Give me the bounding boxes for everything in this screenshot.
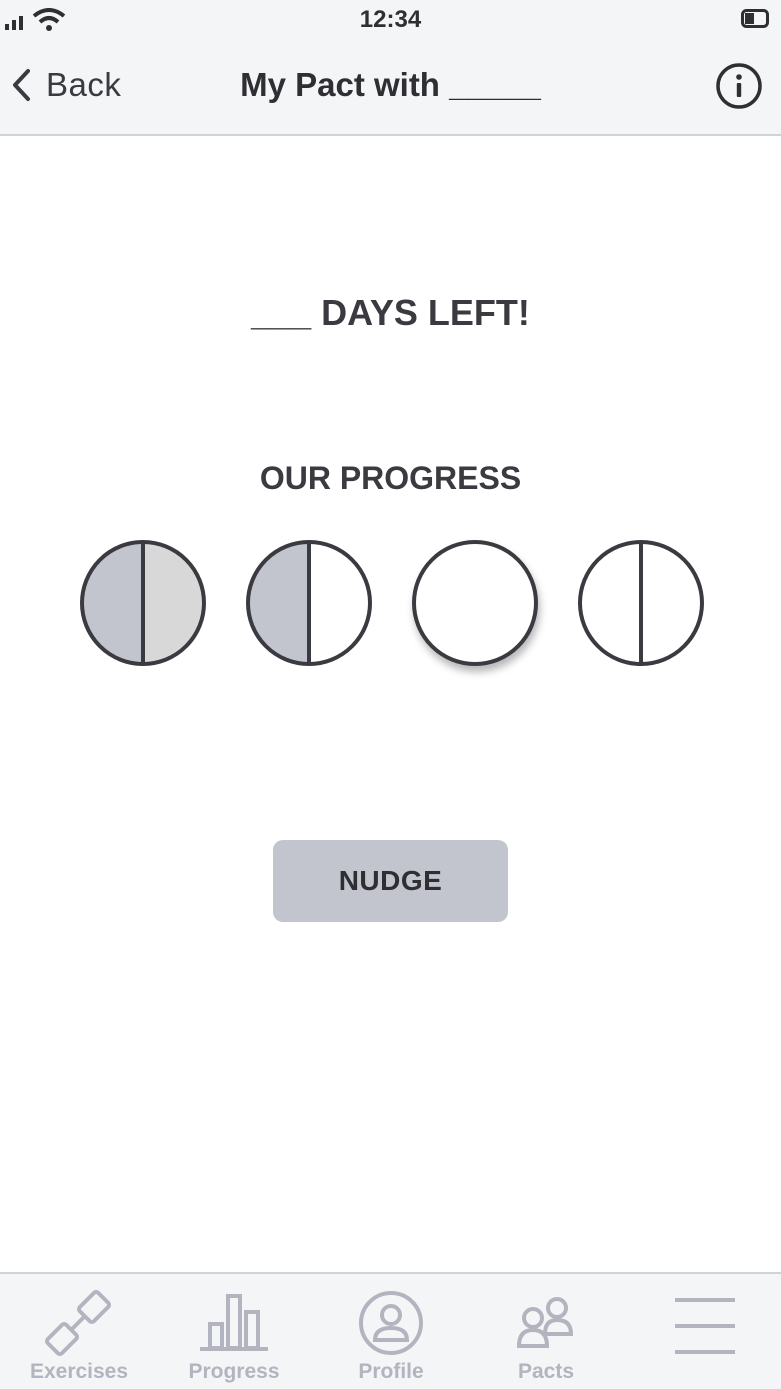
page-title: My Pact with _____ (240, 66, 541, 103)
tab-bar: Exercises Progress Profile Pacts (0, 1272, 781, 1389)
status-bar: 12:34 (0, 0, 781, 40)
tab-menu[interactable] (630, 1274, 780, 1389)
days-left-heading: ___ DAYS LEFT! (251, 292, 530, 333)
dumbbell-icon (44, 1290, 112, 1356)
tab-label: Profile (358, 1360, 424, 1383)
progress-circle-1 (80, 540, 206, 666)
tab-progress[interactable]: Progress (159, 1274, 309, 1389)
progress-circles (0, 538, 781, 678)
battery-icon (741, 9, 769, 28)
people-icon (516, 1297, 574, 1348)
progress-circle-2 (246, 540, 372, 666)
progress-heading: OUR PROGRESS (259, 460, 522, 496)
tab-label: Pacts (517, 1360, 575, 1383)
progress-circle-3[interactable] (410, 538, 540, 668)
tab-exercises[interactable]: Exercises (4, 1274, 154, 1389)
tab-pacts[interactable]: Pacts (471, 1274, 621, 1389)
status-time: 12:34 (359, 6, 422, 33)
bar-chart-icon (200, 1294, 268, 1351)
info-icon (716, 63, 762, 109)
tab-label: Progress (188, 1360, 280, 1383)
nav-bar: Back My Pact with _____ (0, 40, 781, 136)
progress-circle-4 (578, 540, 704, 666)
nudge-button[interactable]: NUDGE (273, 840, 508, 922)
person-icon (359, 1291, 423, 1355)
menu-icon (675, 1298, 735, 1354)
tab-profile[interactable]: Profile (316, 1274, 466, 1389)
info-button[interactable] (715, 62, 763, 110)
tab-label: Exercises (29, 1360, 129, 1383)
